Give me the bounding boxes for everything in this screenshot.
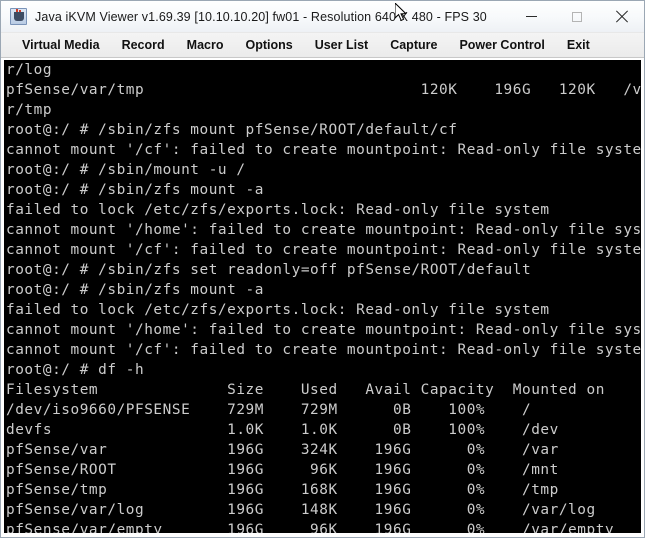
terminal-line: root@:/ # /sbin/zfs mount -a (6, 182, 264, 198)
terminal-line: cannot mount '/home': failed to create m… (6, 322, 641, 338)
terminal-line: r/tmp (6, 102, 53, 118)
menu-item-user-list[interactable]: User List (304, 33, 380, 57)
terminal-line: root@:/ # /sbin/zfs mount pfSense/ROOT/d… (6, 122, 458, 138)
maximize-button[interactable] (554, 1, 599, 32)
terminal-line: failed to lock /etc/zfs/exports.lock: Re… (6, 302, 550, 318)
close-button[interactable] (599, 1, 644, 32)
main-menubar: Virtual Media Record Macro Options User … (1, 33, 644, 58)
terminal-line: failed to lock /etc/zfs/exports.lock: Re… (6, 202, 550, 218)
java-coffee-cup-icon (10, 8, 27, 25)
terminal-line: root@:/ # /sbin/mount -u / (6, 162, 246, 178)
menu-item-exit[interactable]: Exit (556, 33, 601, 57)
menu-item-capture[interactable]: Capture (379, 33, 448, 57)
terminal-line: cannot mount '/home': failed to create m… (6, 222, 641, 238)
terminal-line: r/log (6, 62, 53, 78)
terminal-line: pfSense/var 196G 324K 196G 0% /var (6, 442, 559, 458)
minimize-icon (526, 16, 537, 17)
terminal-line: /dev/iso9660/PFSENSE 729M 729M 0B 100% / (6, 402, 532, 418)
menu-item-options[interactable]: Options (234, 33, 303, 57)
terminal-line: devfs 1.0K 1.0K 0B 100% /dev (6, 422, 559, 438)
menu-item-macro[interactable]: Macro (176, 33, 235, 57)
close-icon (615, 10, 628, 23)
terminal-line: root@:/ # df -h (6, 362, 145, 378)
terminal-line: pfSense/var/empty 196G 96K 196G 0% /var/… (6, 522, 615, 533)
ikvm-viewer-window: Java iKVM Viewer v1.69.39 [10.10.10.20] … (0, 0, 645, 538)
maximize-icon (571, 11, 582, 22)
menu-item-record[interactable]: Record (111, 33, 176, 57)
menu-item-virtual-media[interactable]: Virtual Media (11, 33, 111, 57)
remote-console-terminal[interactable]: r/log pfSense/var/tmp 120K 196G 120K /va r… (4, 60, 641, 533)
terminal-line: cannot mount '/cf': failed to create mou… (6, 142, 641, 158)
terminal-line: pfSense/var/tmp 120K 196G 120K /va (6, 82, 641, 98)
remote-console-viewport: r/log pfSense/var/tmp 120K 196G 120K /va r… (1, 58, 644, 537)
terminal-line: cannot mount '/cf': failed to create mou… (6, 242, 641, 258)
terminal-line: Filesystem Size Used Avail Capacity Moun… (6, 382, 605, 398)
terminal-line: cannot mount '/cf': failed to create mou… (6, 342, 641, 358)
terminal-line: pfSense/var/log 196G 148K 196G 0% /var/l… (6, 502, 596, 518)
window-controls (509, 1, 644, 32)
terminal-line: pfSense/ROOT 196G 96K 196G 0% /mnt (6, 462, 559, 478)
menu-item-power-control[interactable]: Power Control (448, 33, 555, 57)
window-titlebar[interactable]: Java iKVM Viewer v1.69.39 [10.10.10.20] … (1, 1, 644, 33)
window-title: Java iKVM Viewer v1.69.39 [10.10.10.20] … (35, 9, 487, 24)
minimize-button[interactable] (509, 1, 554, 32)
terminal-line: pfSense/tmp 196G 168K 196G 0% /tmp (6, 482, 559, 498)
terminal-line: root@:/ # /sbin/zfs mount -a (6, 282, 264, 298)
terminal-line: root@:/ # /sbin/zfs set readonly=off pfS… (6, 262, 532, 278)
